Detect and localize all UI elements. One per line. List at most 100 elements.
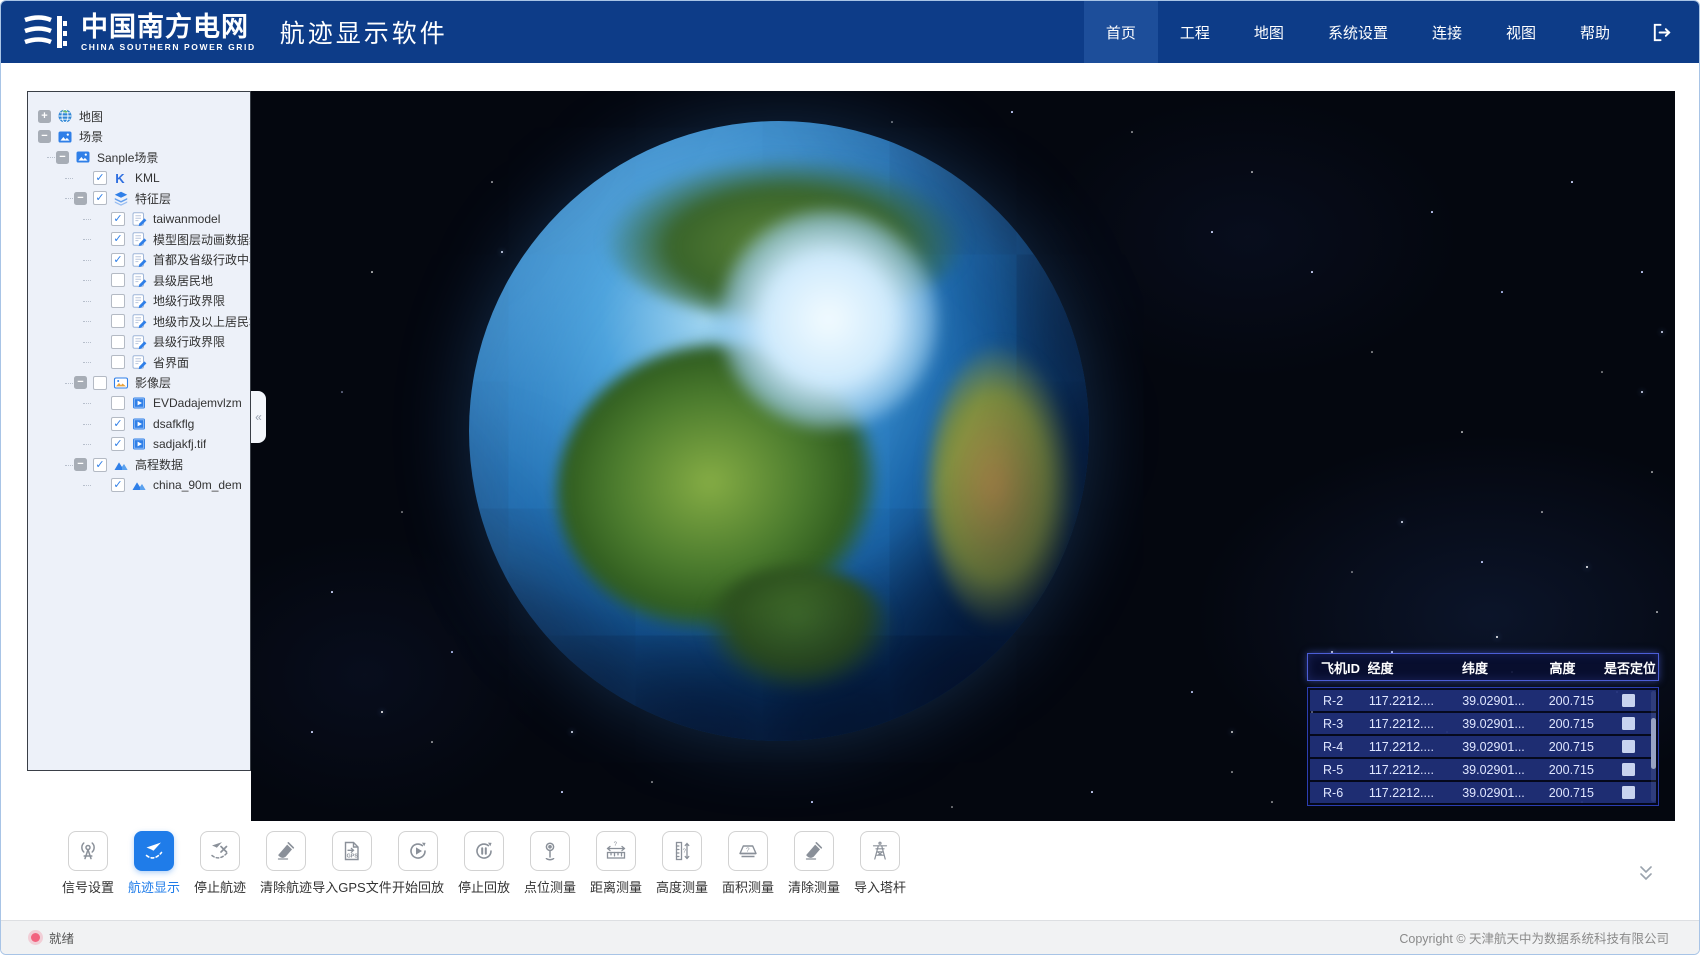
tool-distance-measure[interactable]: ?距离测量 bbox=[583, 831, 649, 896]
nav-item-3[interactable]: 地图 bbox=[1232, 1, 1306, 63]
layer-checkbox[interactable]: ✓ bbox=[111, 437, 125, 451]
signal-icon bbox=[68, 831, 108, 871]
locate-checkbox[interactable] bbox=[1622, 717, 1635, 730]
collapse-icon[interactable]: − bbox=[56, 151, 69, 164]
status-text: 就绪 bbox=[49, 928, 74, 947]
layer-checkbox[interactable]: ✓ bbox=[111, 253, 125, 267]
table-row[interactable]: R-5117.2212....39.02901...200.715 bbox=[1310, 759, 1656, 780]
collapse-icon[interactable]: − bbox=[74, 192, 87, 205]
tool-label: 清除航迹 bbox=[260, 877, 312, 896]
feature-icon bbox=[131, 272, 147, 288]
collapse-icon[interactable]: − bbox=[74, 376, 87, 389]
locate-checkbox[interactable] bbox=[1622, 694, 1635, 707]
tree-item-17[interactable]: ✓sadjakfj.tif bbox=[28, 434, 250, 455]
tool-import-gps[interactable]: GPS导入GPS文件 bbox=[319, 831, 385, 896]
layer-checkbox[interactable]: ✓ bbox=[93, 191, 107, 205]
layer-checkbox[interactable] bbox=[93, 376, 107, 390]
tool-height-measure[interactable]: ?高度测量 bbox=[649, 831, 715, 896]
feature-icon bbox=[131, 334, 147, 350]
tool-clear-track[interactable]: 清除航迹 bbox=[253, 831, 319, 896]
point-measure-icon bbox=[530, 831, 570, 871]
tree-item-14[interactable]: −影像层 bbox=[28, 373, 250, 394]
nav-item-7[interactable]: 帮助 bbox=[1558, 1, 1632, 63]
layer-checkbox[interactable]: ✓ bbox=[111, 232, 125, 246]
locate-checkbox[interactable] bbox=[1622, 740, 1635, 753]
tree-item-6[interactable]: ✓taiwanmodel bbox=[28, 209, 250, 230]
tree-item-2[interactable]: −场景 bbox=[28, 127, 250, 148]
locate-checkbox[interactable] bbox=[1622, 763, 1635, 776]
tree-item-1[interactable]: +地图 bbox=[28, 106, 250, 127]
layer-checkbox[interactable] bbox=[111, 314, 125, 328]
layer-checkbox[interactable]: ✓ bbox=[111, 417, 125, 431]
table-rows: R-2117.2212....39.02901...200.715R-3117.… bbox=[1310, 690, 1656, 803]
table-row[interactable]: R-6117.2212....39.02901...200.715 bbox=[1310, 782, 1656, 803]
tree-item-16[interactable]: ✓dsafkflg bbox=[28, 414, 250, 435]
sidebar-collapse-handle[interactable]: « bbox=[251, 391, 266, 443]
collapse-icon[interactable]: − bbox=[38, 130, 51, 143]
table-row[interactable]: R-4117.2212....39.02901...200.715 bbox=[1310, 736, 1656, 757]
table-row[interactable]: R-3117.2212....39.02901...200.715 bbox=[1310, 713, 1656, 734]
layer-checkbox[interactable] bbox=[111, 273, 125, 287]
locate-checkbox[interactable] bbox=[1622, 786, 1635, 799]
tree-item-8[interactable]: ✓首都及省级行政中心 bbox=[28, 250, 250, 271]
layer-checkbox[interactable] bbox=[111, 396, 125, 410]
tree-item-3[interactable]: −Sanple场景 bbox=[28, 147, 250, 168]
layer-checkbox[interactable]: ✓ bbox=[93, 458, 107, 472]
tree-item-label: EVDadajemvlzm bbox=[153, 396, 242, 410]
tree-item-7[interactable]: ✓模型图层动画数据继 bbox=[28, 229, 250, 250]
tree-item-label: KML bbox=[135, 171, 160, 185]
tree-item-10[interactable]: 地级行政界限 bbox=[28, 291, 250, 312]
nav-item-4[interactable]: 系统设置 bbox=[1306, 1, 1410, 63]
tool-area-measure[interactable]: ?面积测量 bbox=[715, 831, 781, 896]
tree-item-4[interactable]: ✓ K KML bbox=[28, 168, 250, 189]
tree-item-9[interactable]: 县级居民地 bbox=[28, 270, 250, 291]
tool-stop-playback[interactable]: 停止回放 bbox=[451, 831, 517, 896]
tree-item-5[interactable]: −✓特征层 bbox=[28, 188, 250, 209]
tool-clear-measure[interactable]: 清除测量 bbox=[781, 831, 847, 896]
table-cell: R-3 bbox=[1310, 717, 1369, 731]
tool-stop-track[interactable]: 停止航迹 bbox=[187, 831, 253, 896]
table-row[interactable]: R-2117.2212....39.02901...200.715 bbox=[1310, 690, 1656, 711]
collapse-icon[interactable]: − bbox=[74, 458, 87, 471]
scrollbar-thumb[interactable] bbox=[1651, 718, 1656, 769]
layer-checkbox[interactable] bbox=[111, 335, 125, 349]
layer-checkbox[interactable] bbox=[111, 294, 125, 308]
tree-item-18[interactable]: −✓高程数据 bbox=[28, 455, 250, 476]
tool-track-display[interactable]: 航迹显示 bbox=[121, 831, 187, 896]
tool-import-tower[interactable]: 导入塔杆 bbox=[847, 831, 913, 896]
expand-icon[interactable]: + bbox=[38, 110, 51, 123]
tree-item-15[interactable]: EVDadajemvlzm bbox=[28, 393, 250, 414]
layer-checkbox[interactable] bbox=[111, 355, 125, 369]
tree-item-13[interactable]: 省界面 bbox=[28, 352, 250, 373]
imagery-icon bbox=[113, 375, 129, 391]
tool-label: 清除测量 bbox=[788, 877, 840, 896]
tree-item-12[interactable]: 县级行政界限 bbox=[28, 332, 250, 353]
layer-checkbox[interactable]: ✓ bbox=[111, 212, 125, 226]
nav-item-6[interactable]: 视图 bbox=[1484, 1, 1558, 63]
toolbar-items: 信号设置航迹显示停止航迹清除航迹 GPS导入GPS文件开始回放停止回放点位测量?距… bbox=[55, 831, 913, 896]
tree-item-19[interactable]: ✓china_90m_dem bbox=[28, 475, 250, 496]
layer-checkbox[interactable]: ✓ bbox=[93, 171, 107, 185]
raster-icon bbox=[131, 416, 147, 432]
table-scrollbar[interactable] bbox=[1651, 691, 1656, 802]
toolbar-collapse-button[interactable] bbox=[1637, 865, 1655, 886]
nav-item-5[interactable]: 连接 bbox=[1410, 1, 1484, 63]
feature-icon bbox=[131, 293, 147, 309]
import-gps-icon: GPS bbox=[332, 831, 372, 871]
nav-item-1[interactable]: 首页 bbox=[1084, 1, 1158, 63]
terrain-icon bbox=[113, 457, 129, 473]
svg-text:K: K bbox=[115, 171, 125, 186]
chevron-double-down-icon bbox=[1637, 865, 1655, 881]
map-canvas[interactable]: 飞机ID经度纬度高度是否定位 R-2117.2212....39.02901..… bbox=[251, 91, 1675, 821]
tool-start-playback[interactable]: 开始回放 bbox=[385, 831, 451, 896]
layer-checkbox[interactable]: ✓ bbox=[111, 478, 125, 492]
nav-item-2[interactable]: 工程 bbox=[1158, 1, 1232, 63]
tool-signal[interactable]: 信号设置 bbox=[55, 831, 121, 896]
tree-item-11[interactable]: 地级市及以上居民地 bbox=[28, 311, 250, 332]
landmass-south bbox=[705, 567, 891, 691]
logout-button[interactable] bbox=[1632, 1, 1699, 63]
raster-icon bbox=[131, 395, 147, 411]
app-window: 中国南方电网 CHINA SOUTHERN POWER GRID 航迹显示软件 … bbox=[0, 0, 1700, 955]
tool-label: 高度测量 bbox=[656, 877, 708, 896]
tool-point-measure[interactable]: 点位测量 bbox=[517, 831, 583, 896]
